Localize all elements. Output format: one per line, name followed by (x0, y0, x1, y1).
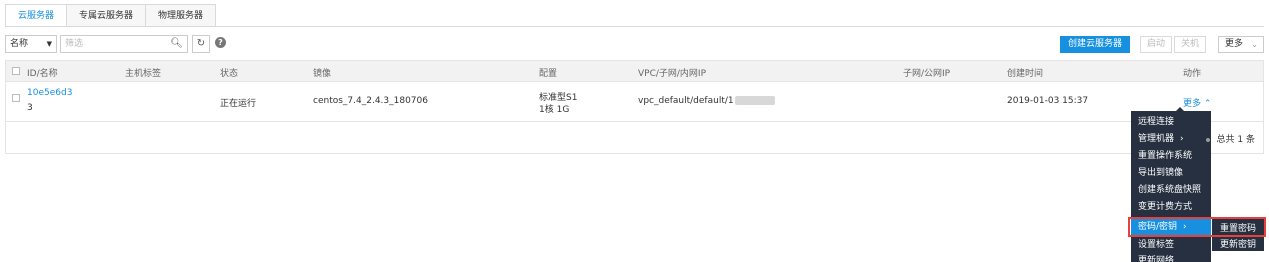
menu-item-manage-machine[interactable]: 管理机器 › (1131, 131, 1211, 147)
header-image: 镜像 (313, 69, 332, 79)
menu-item-update-network[interactable]: 更新网络 (1131, 254, 1211, 262)
refresh-button[interactable]: ↻ (192, 35, 210, 53)
header-created-time: 创建时间 (1007, 69, 1044, 79)
start-button[interactable]: 启动 (1139, 36, 1172, 53)
menu-item-password-key-label: 密码/密钥 (1138, 222, 1178, 232)
menu-item-set-tags[interactable]: 设置标签 (1131, 237, 1211, 253)
menu-item-reset-os[interactable]: 重置操作系统 (1131, 148, 1211, 164)
server-image: centos_7.4_2.4.3_180706 (313, 96, 428, 106)
menu-item-manage-machine-label: 管理机器 (1138, 134, 1175, 144)
server-vpc: vpc_default/default/1 (638, 96, 775, 106)
search-placeholder: 筛选 (65, 39, 84, 49)
header-status: 状态 (220, 69, 239, 79)
server-id-link[interactable]: 10e5e6d3 (27, 88, 72, 98)
menu-item-remote-connect[interactable]: 远程连接 (1131, 114, 1211, 130)
create-cloud-server-button[interactable]: 创建云服务器 (1059, 36, 1130, 53)
submenu-item-reset-password[interactable]: 重置密码 (1212, 221, 1264, 237)
more-actions-label: 更多 (1225, 39, 1244, 49)
header-id-name: ID/名称 (27, 69, 58, 79)
row-actions-menu: 远程连接 管理机器 › 重置操作系统 导出到镜像 创建系统盘快照 变更计费方式 密… (1131, 111, 1211, 262)
row-checkbox[interactable] (12, 94, 20, 102)
tab-cloud-server[interactable]: 云服务器 (5, 4, 67, 27)
table-footer: 总共 1 条 (6, 121, 1263, 153)
search-input[interactable]: 筛选 🔍︎ (60, 35, 188, 53)
server-type-tabs: 云服务器 专属云服务器 物理服务器 (5, 4, 217, 27)
search-icon[interactable]: 🔍︎ (170, 36, 183, 52)
select-all-checkbox[interactable] (12, 67, 20, 75)
caret-down-icon: ▼ (46, 40, 52, 48)
refresh-icon: ↻ (196, 38, 206, 49)
server-vpc-text: vpc_default/default/1 (638, 96, 734, 106)
submenu-item-update-key[interactable]: 更新密钥 (1212, 237, 1264, 253)
shutdown-button[interactable]: 关机 (1173, 36, 1206, 53)
menu-item-password-key[interactable]: 密码/密钥 › (1131, 219, 1211, 235)
server-name: 3 (27, 103, 33, 113)
password-key-submenu: 重置密码 更新密钥 (1212, 219, 1264, 251)
menu-item-change-billing[interactable]: 变更计费方式 (1131, 199, 1211, 215)
chevron-right-icon: › (1180, 134, 1184, 144)
menu-item-create-snapshot[interactable]: 创建系统盘快照 (1131, 182, 1211, 198)
tab-physical-server[interactable]: 物理服务器 (145, 4, 217, 27)
tab-dedicated-cloud-server[interactable]: 专属云服务器 (66, 4, 146, 27)
more-actions-dropdown[interactable]: 更多 ⌄ (1218, 36, 1264, 53)
tabs-divider (5, 26, 1264, 27)
table-header: ID/名称 主机标签 状态 镜像 配置 VPC/子网/内网IP 子网/公网IP … (6, 61, 1263, 81)
filter-field-value: 名称 (10, 39, 29, 49)
chevron-right-icon: › (1183, 222, 1187, 232)
redacted-ip (734, 96, 775, 105)
header-host-tag: 主机标签 (125, 69, 162, 79)
help-icon[interactable]: ? (215, 37, 226, 48)
server-status: 正在运行 (220, 99, 257, 109)
header-actions: 动作 (1183, 69, 1202, 79)
total-count: 总共 1 条 (1216, 135, 1255, 145)
cursor-dot (1206, 138, 1210, 142)
row-more-label: 更多 (1183, 99, 1202, 109)
menu-item-export-image[interactable]: 导出到镜像 (1131, 165, 1211, 181)
toolbar: 名称 ▼ 筛选 🔍︎ ↻ ? 创建云服务器 启动 关机 更多 ⌄ (5, 34, 1264, 54)
row-more-dropdown[interactable]: 更多 ⌃ (1183, 96, 1211, 109)
chevron-up-icon: ⌃ (1203, 99, 1212, 109)
filter-field-select[interactable]: 名称 ▼ (5, 35, 57, 53)
server-table: ID/名称 主机标签 状态 镜像 配置 VPC/子网/内网IP 子网/公网IP … (5, 60, 1264, 154)
server-created-time: 2019-01-03 15:37 (1007, 96, 1089, 106)
table-row: 10e5e6d3 3 正在运行 centos_7.4_2.4.3_180706 … (6, 81, 1263, 121)
server-config-spec: 1核 1G (539, 105, 570, 115)
chevron-down-icon: ⌄ (1251, 40, 1258, 49)
header-config: 配置 (539, 69, 558, 79)
header-public-ip: 子网/公网IP (903, 69, 951, 79)
header-vpc: VPC/子网/内网IP (638, 69, 707, 79)
